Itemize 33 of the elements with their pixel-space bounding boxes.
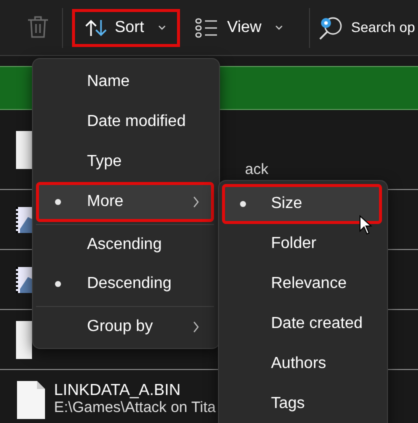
document-icon (16, 130, 32, 168)
menu-item[interactable]: Folder (222, 224, 382, 264)
file-path: E:\Games\Attack on Tita (54, 399, 216, 418)
menu-item[interactable]: Group by (36, 306, 214, 346)
menu-item[interactable]: Type (36, 142, 214, 182)
menu-item[interactable]: Relevance (222, 264, 382, 304)
menu-item[interactable]: More (36, 182, 214, 222)
menu-item[interactable]: Date created (222, 304, 382, 344)
file-detail: ack (245, 160, 268, 178)
image-file-icon (16, 266, 32, 292)
sort-icon (84, 18, 107, 38)
cursor-icon (359, 215, 373, 235)
search-options-icon (317, 16, 344, 40)
view-icon (195, 16, 220, 38)
search-button[interactable]: Search op (314, 8, 418, 46)
menu-item[interactable]: Authors (222, 344, 382, 384)
caret-icon (275, 24, 284, 30)
menu-item[interactable]: Size (222, 184, 382, 224)
image-file-icon (16, 206, 32, 232)
document-icon (16, 380, 46, 420)
document-icon (16, 320, 32, 358)
delete-icon (27, 15, 49, 40)
file-name: LINKDATA_A.BIN (54, 382, 182, 400)
sort-button[interactable]: Sort (72, 8, 180, 46)
caret-icon (158, 24, 168, 30)
chevron-icon (193, 320, 200, 332)
chevron-icon (193, 196, 200, 208)
menu-item[interactable]: Name (36, 62, 214, 102)
menu-item[interactable]: Ascending (36, 224, 214, 264)
menu-item[interactable]: Date modified (36, 102, 214, 142)
menu-item[interactable]: Descending (36, 264, 214, 304)
view-button[interactable]: View (182, 8, 298, 46)
menu-item[interactable]: Tags (222, 384, 382, 423)
